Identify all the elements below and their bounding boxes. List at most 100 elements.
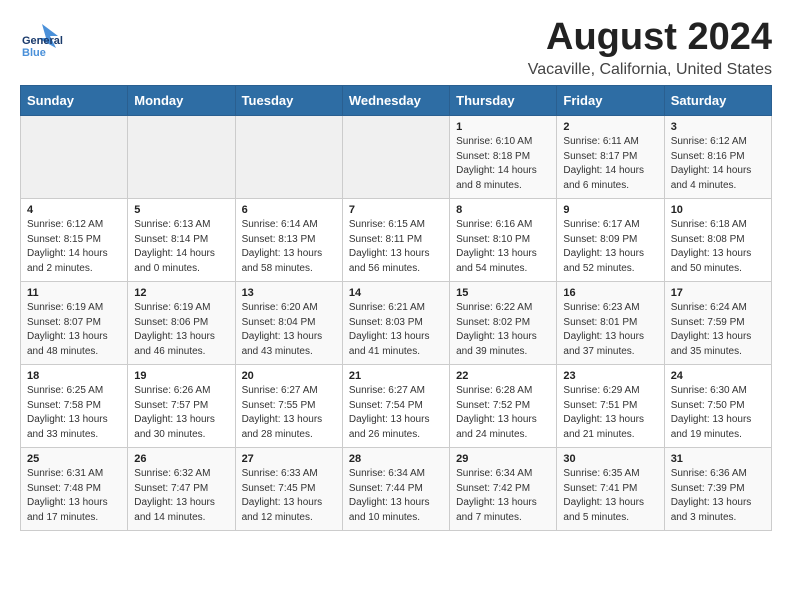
day-info: Sunrise: 6:35 AM Sunset: 7:41 PM Dayligh… [563,467,657,525]
day-info: Sunrise: 6:26 AM Sunset: 7:57 PM Dayligh… [134,384,228,442]
day-info: Sunrise: 6:10 AM Sunset: 8:18 PM Dayligh… [456,135,550,193]
day-number: 4 [27,204,121,216]
svg-text:General: General [22,35,63,47]
day-number: 30 [563,453,657,465]
day-info: Sunrise: 6:36 AM Sunset: 7:39 PM Dayligh… [671,467,765,525]
day-info: Sunrise: 6:14 AM Sunset: 8:13 PM Dayligh… [242,218,336,276]
day-cell: 18 Sunrise: 6:25 AM Sunset: 7:58 PM Dayli… [21,365,128,448]
day-cell: 19 Sunrise: 6:26 AM Sunset: 7:57 PM Dayli… [128,365,235,448]
calendar-body: 1Sunrise: 6:10 AM Sunset: 8:18 PM Daylig… [21,116,772,531]
column-header-thursday: Thursday [450,86,557,116]
day-cell: 28 Sunrise: 6:34 AM Sunset: 7:44 PM Dayli… [342,448,449,531]
day-cell: 14Sunrise: 6:21 AM Sunset: 8:03 PM Dayli… [342,282,449,365]
day-cell [235,116,342,199]
day-info: Sunrise: 6:19 AM Sunset: 8:06 PM Dayligh… [134,301,228,359]
day-cell: 7 Sunrise: 6:15 AM Sunset: 8:11 PM Daylig… [342,199,449,282]
svg-text:Blue: Blue [22,47,46,59]
day-info: Sunrise: 6:23 AM Sunset: 8:01 PM Dayligh… [563,301,657,359]
day-info: Sunrise: 6:28 AM Sunset: 7:52 PM Dayligh… [456,384,550,442]
day-cell: 23 Sunrise: 6:29 AM Sunset: 7:51 PM Dayli… [557,365,664,448]
day-info: Sunrise: 6:17 AM Sunset: 8:09 PM Dayligh… [563,218,657,276]
header-row: SundayMondayTuesdayWednesdayThursdayFrid… [21,86,772,116]
day-number: 20 [242,370,336,382]
day-cell: 29 Sunrise: 6:34 AM Sunset: 7:42 PM Dayli… [450,448,557,531]
day-cell: 3 Sunrise: 6:12 AM Sunset: 8:16 PM Daylig… [664,116,771,199]
column-header-friday: Friday [557,86,664,116]
day-number: 11 [27,287,121,299]
week-row-5: 25Sunrise: 6:31 AM Sunset: 7:48 PM Dayli… [21,448,772,531]
day-info: Sunrise: 6:27 AM Sunset: 7:54 PM Dayligh… [349,384,443,442]
day-number: 9 [563,204,657,216]
day-number: 21 [349,370,443,382]
day-cell: 10 Sunrise: 6:18 AM Sunset: 8:08 PM Dayli… [664,199,771,282]
day-info: Sunrise: 6:32 AM Sunset: 7:47 PM Dayligh… [134,467,228,525]
day-number: 10 [671,204,765,216]
day-info: Sunrise: 6:22 AM Sunset: 8:02 PM Dayligh… [456,301,550,359]
day-number: 26 [134,453,228,465]
day-number: 12 [134,287,228,299]
day-number: 2 [563,121,657,133]
column-header-tuesday: Tuesday [235,86,342,116]
column-header-saturday: Saturday [664,86,771,116]
day-number: 23 [563,370,657,382]
day-cell: 6 Sunrise: 6:14 AM Sunset: 8:13 PM Daylig… [235,199,342,282]
day-cell: 2Sunrise: 6:11 AM Sunset: 8:17 PM Daylig… [557,116,664,199]
day-info: Sunrise: 6:12 AM Sunset: 8:15 PM Dayligh… [27,218,121,276]
day-cell: 24 Sunrise: 6:30 AM Sunset: 7:50 PM Dayli… [664,365,771,448]
day-info: Sunrise: 6:34 AM Sunset: 7:44 PM Dayligh… [349,467,443,525]
day-cell: 26 Sunrise: 6:32 AM Sunset: 7:47 PM Dayli… [128,448,235,531]
day-number: 29 [456,453,550,465]
day-cell: 16 Sunrise: 6:23 AM Sunset: 8:01 PM Dayli… [557,282,664,365]
day-number: 8 [456,204,550,216]
day-info: Sunrise: 6:33 AM Sunset: 7:45 PM Dayligh… [242,467,336,525]
day-info: Sunrise: 6:18 AM Sunset: 8:08 PM Dayligh… [671,218,765,276]
subtitle: Vacaville, California, United States [528,61,772,79]
day-number: 6 [242,204,336,216]
day-cell: 21 Sunrise: 6:27 AM Sunset: 7:54 PM Dayli… [342,365,449,448]
day-info: Sunrise: 6:34 AM Sunset: 7:42 PM Dayligh… [456,467,550,525]
day-cell: 22Sunrise: 6:28 AM Sunset: 7:52 PM Dayli… [450,365,557,448]
day-info: Sunrise: 6:13 AM Sunset: 8:14 PM Dayligh… [134,218,228,276]
day-cell: 15Sunrise: 6:22 AM Sunset: 8:02 PM Dayli… [450,282,557,365]
day-info: Sunrise: 6:27 AM Sunset: 7:55 PM Dayligh… [242,384,336,442]
day-cell: 12 Sunrise: 6:19 AM Sunset: 8:06 PM Dayli… [128,282,235,365]
column-header-monday: Monday [128,86,235,116]
day-info: Sunrise: 6:31 AM Sunset: 7:48 PM Dayligh… [27,467,121,525]
day-number: 16 [563,287,657,299]
day-number: 19 [134,370,228,382]
week-row-4: 18 Sunrise: 6:25 AM Sunset: 7:58 PM Dayli… [21,365,772,448]
day-cell [21,116,128,199]
day-cell: 1Sunrise: 6:10 AM Sunset: 8:18 PM Daylig… [450,116,557,199]
week-row-1: 1Sunrise: 6:10 AM Sunset: 8:18 PM Daylig… [21,116,772,199]
day-info: Sunrise: 6:20 AM Sunset: 8:04 PM Dayligh… [242,301,336,359]
main-title: August 2024 [528,16,772,59]
week-row-3: 11Sunrise: 6:19 AM Sunset: 8:07 PM Dayli… [21,282,772,365]
page-header: General Blue August 2024 Vacaville, Cali… [20,16,772,79]
day-number: 17 [671,287,765,299]
day-cell: 11Sunrise: 6:19 AM Sunset: 8:07 PM Dayli… [21,282,128,365]
day-info: Sunrise: 6:25 AM Sunset: 7:58 PM Dayligh… [27,384,121,442]
day-cell [342,116,449,199]
logo-icon: General Blue [20,16,64,60]
day-number: 31 [671,453,765,465]
day-info: Sunrise: 6:12 AM Sunset: 8:16 PM Dayligh… [671,135,765,193]
day-cell: 20 Sunrise: 6:27 AM Sunset: 7:55 PM Dayli… [235,365,342,448]
day-info: Sunrise: 6:30 AM Sunset: 7:50 PM Dayligh… [671,384,765,442]
day-number: 24 [671,370,765,382]
calendar-header: SundayMondayTuesdayWednesdayThursdayFrid… [21,86,772,116]
day-cell: 5Sunrise: 6:13 AM Sunset: 8:14 PM Daylig… [128,199,235,282]
day-number: 7 [349,204,443,216]
day-cell: 8Sunrise: 6:16 AM Sunset: 8:10 PM Daylig… [450,199,557,282]
week-row-2: 4 Sunrise: 6:12 AM Sunset: 8:15 PM Daylig… [21,199,772,282]
day-info: Sunrise: 6:15 AM Sunset: 8:11 PM Dayligh… [349,218,443,276]
day-cell: 9 Sunrise: 6:17 AM Sunset: 8:09 PM Daylig… [557,199,664,282]
day-cell [128,116,235,199]
day-number: 3 [671,121,765,133]
logo: General Blue [20,16,64,60]
day-info: Sunrise: 6:24 AM Sunset: 7:59 PM Dayligh… [671,301,765,359]
calendar-table: SundayMondayTuesdayWednesdayThursdayFrid… [20,85,772,531]
column-header-sunday: Sunday [21,86,128,116]
day-number: 28 [349,453,443,465]
day-number: 18 [27,370,121,382]
day-info: Sunrise: 6:29 AM Sunset: 7:51 PM Dayligh… [563,384,657,442]
